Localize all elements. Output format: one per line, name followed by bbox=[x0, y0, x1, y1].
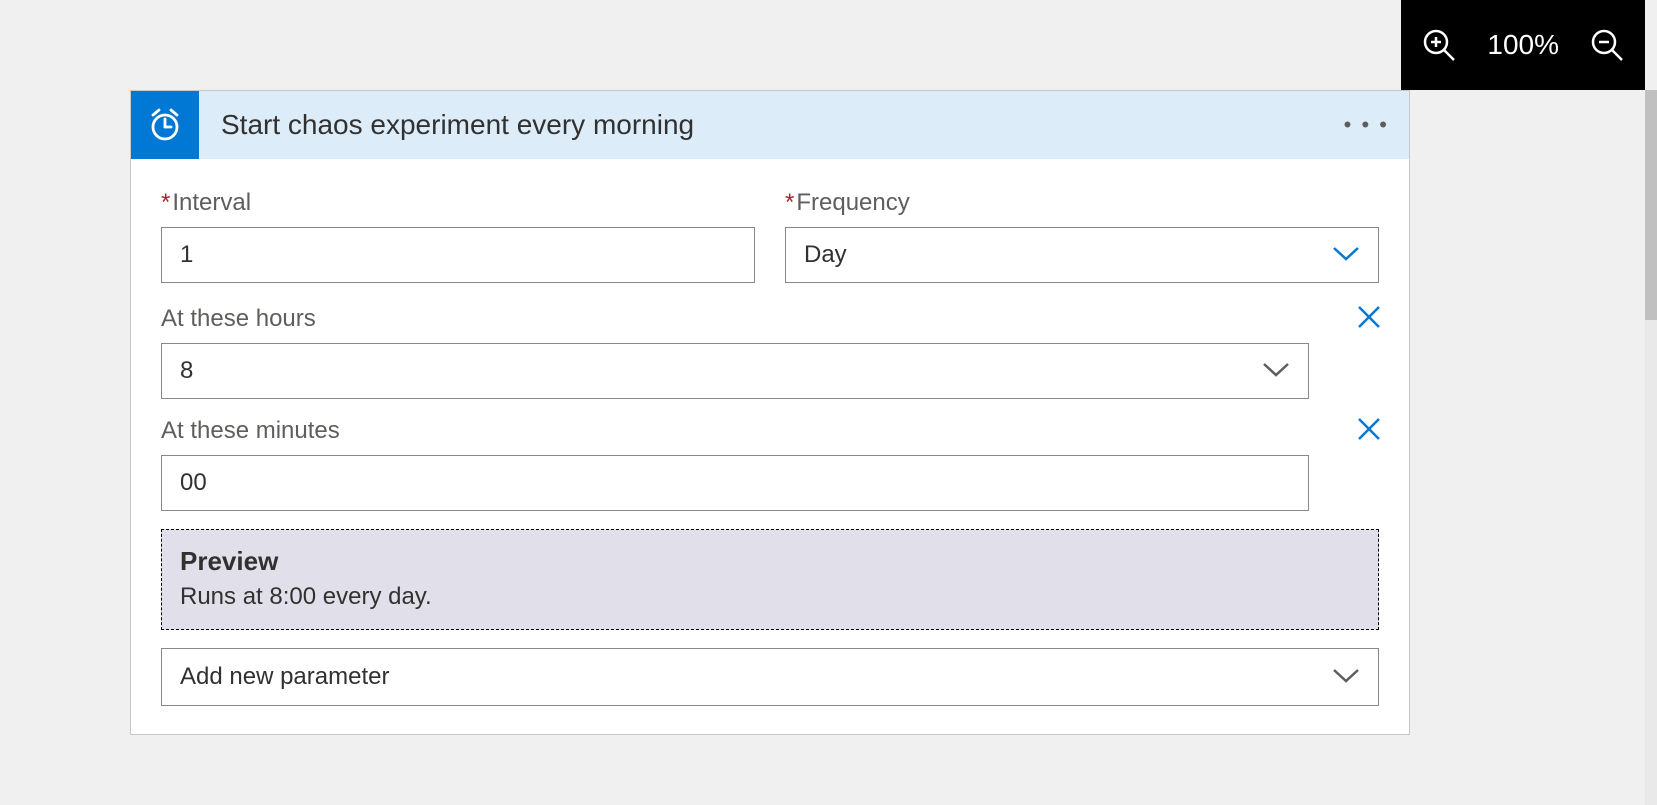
card-body: *Interval *Frequency Day At these hours bbox=[131, 159, 1409, 734]
interval-field: *Interval bbox=[161, 189, 755, 283]
frequency-select[interactable]: Day bbox=[785, 227, 1379, 283]
scrollbar-thumb[interactable] bbox=[1645, 90, 1657, 320]
add-parameter-select[interactable]: Add new parameter bbox=[161, 648, 1379, 706]
frequency-field: *Frequency Day bbox=[785, 189, 1379, 283]
remove-minutes-button[interactable] bbox=[1355, 415, 1383, 448]
card-title: Start chaos experiment every morning bbox=[221, 109, 694, 141]
interval-input[interactable] bbox=[161, 227, 755, 283]
chevron-down-icon bbox=[1262, 357, 1290, 385]
hours-label: At these hours bbox=[161, 305, 1379, 333]
hours-select[interactable]: 8 bbox=[161, 343, 1309, 399]
alarm-clock-icon bbox=[131, 91, 199, 159]
scrollbar-track[interactable] bbox=[1645, 90, 1657, 805]
add-parameter-label: Add new parameter bbox=[180, 663, 389, 691]
preview-title: Preview bbox=[180, 546, 1360, 577]
interval-label: *Interval bbox=[161, 189, 755, 217]
remove-hours-button[interactable] bbox=[1355, 303, 1383, 336]
more-menu-icon[interactable]: • • • bbox=[1344, 112, 1389, 138]
chevron-down-icon bbox=[1332, 663, 1360, 691]
card-header[interactable]: Start chaos experiment every morning • •… bbox=[131, 91, 1409, 159]
preview-text: Runs at 8:00 every day. bbox=[180, 583, 1360, 611]
preview-panel: Preview Runs at 8:00 every day. bbox=[161, 529, 1379, 630]
zoom-out-icon[interactable] bbox=[1589, 27, 1625, 63]
chevron-down-icon bbox=[1332, 241, 1360, 269]
frequency-value: Day bbox=[804, 241, 847, 269]
minutes-row: At these minutes bbox=[161, 417, 1379, 511]
zoom-in-icon[interactable] bbox=[1421, 27, 1457, 63]
zoom-level-label: 100% bbox=[1487, 29, 1559, 61]
frequency-label: *Frequency bbox=[785, 189, 1379, 217]
hours-row: At these hours 8 bbox=[161, 305, 1379, 399]
recurrence-card: Start chaos experiment every morning • •… bbox=[130, 90, 1410, 735]
minutes-label: At these minutes bbox=[161, 417, 1379, 445]
minutes-input[interactable] bbox=[161, 455, 1309, 511]
hours-value: 8 bbox=[180, 357, 193, 385]
zoom-toolbar: 100% bbox=[1401, 0, 1645, 90]
